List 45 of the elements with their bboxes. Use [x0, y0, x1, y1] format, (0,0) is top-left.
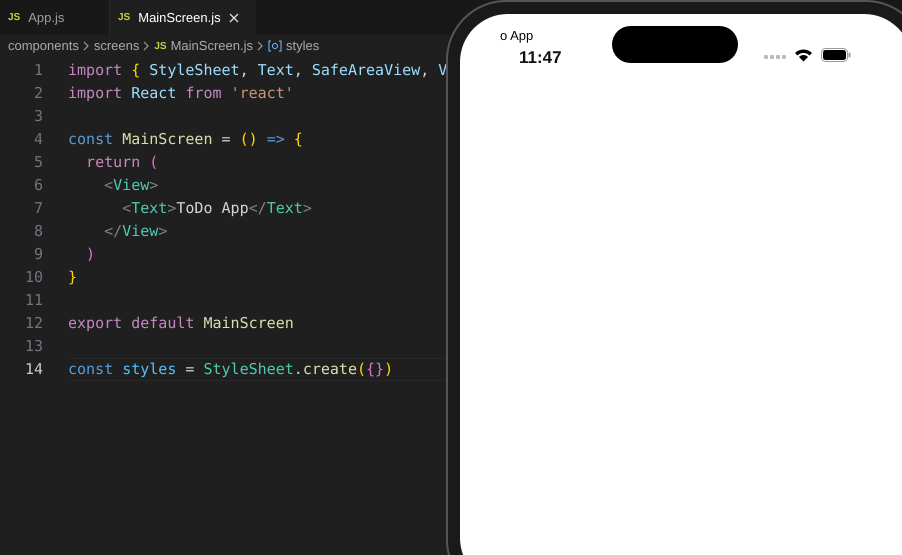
line-number: 6 [32, 175, 43, 196]
code-line: <Text>ToDo App</Text> [121, 198, 312, 220]
line-number: 8 [32, 221, 43, 242]
line-number: 12 [24, 313, 43, 334]
code-line: export default MainScreen [68, 313, 294, 334]
signal-dots-icon [764, 55, 788, 59]
chevron-icon [143, 41, 150, 51]
chevron-icon [82, 41, 90, 51]
editor-tab[interactable]: JS MainScreen.js [110, 0, 256, 35]
code-line: ) [85, 244, 96, 266]
line-number: 9 [32, 244, 43, 266]
code-line: import React from 'react' [68, 83, 294, 104]
breadcrumb-item[interactable]: components [8, 36, 79, 56]
chevron-icon [256, 41, 264, 51]
tab-label: MainScreen.js [138, 8, 221, 27]
tab-label: App.js [28, 8, 64, 27]
breadcrumb-item[interactable]: styles [286, 36, 320, 56]
line-number: 13 [24, 336, 43, 358]
line-number: 1 [32, 60, 43, 82]
code-line: return ( [85, 152, 158, 174]
code-line: import { StyleSheet, Text, SafeAreaView, V [68, 60, 448, 82]
app-text: o App [500, 27, 534, 45]
wifi-icon [794, 48, 813, 62]
code-line: const styles = StyleSheet.create({}) [68, 359, 394, 380]
breadcrumb-item[interactable]: screens [94, 36, 140, 56]
code-line: <View> [103, 175, 158, 196]
js-label: JS [118, 11, 130, 25]
line-number: 10 [24, 267, 43, 288]
close-icon[interactable] [228, 12, 239, 22]
line-number: 3 [32, 106, 43, 128]
js-label: JS [8, 11, 20, 25]
code-line: const MainScreen = () => { [68, 129, 303, 150]
battery-icon [821, 48, 851, 62]
line-number: 4 [32, 129, 43, 150]
line-number: 7 [32, 198, 43, 220]
code-line: </View> [103, 221, 168, 242]
line-number: 11 [24, 290, 43, 312]
line-number: 14 [24, 359, 43, 380]
symbol-icon [268, 40, 282, 52]
js-label: JS [154, 40, 167, 54]
breadcrumb-item[interactable]: MainScreen.js [170, 36, 253, 56]
status-time: 11:47 [519, 47, 562, 69]
code-line: } [68, 267, 78, 288]
line-number: 5 [32, 152, 43, 174]
line-number: 2 [32, 83, 43, 104]
